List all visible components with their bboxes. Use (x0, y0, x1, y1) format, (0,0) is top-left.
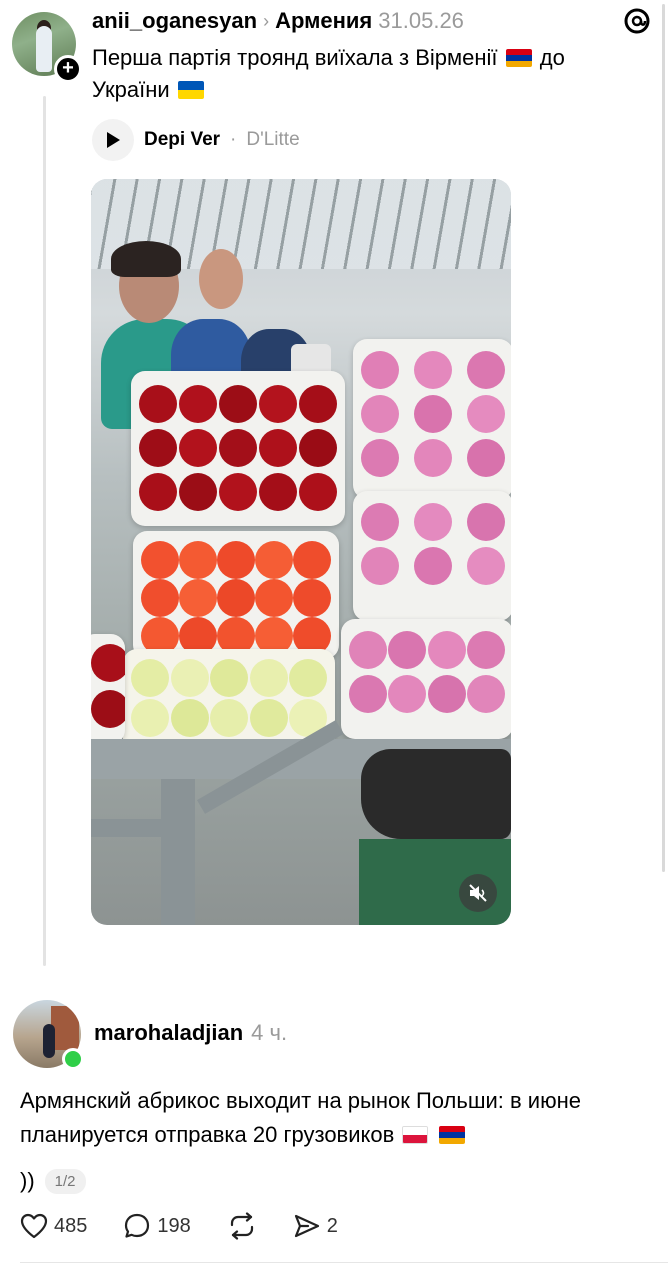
chevron-right-icon: › (263, 10, 270, 31)
username[interactable]: marohaladjian (94, 1020, 243, 1046)
post-header: anii_oganesyan › Армения 31.05.26 (92, 8, 464, 34)
bouquet-red-partial (91, 634, 125, 744)
repost-button[interactable] (227, 1212, 257, 1240)
avatar-figure (43, 1024, 55, 1058)
play-button[interactable] (92, 119, 134, 161)
like-count: 485 (54, 1214, 88, 1237)
action-bar: 485 198 2 (20, 1210, 374, 1242)
comment-button[interactable]: 198 (123, 1212, 191, 1240)
share-button[interactable]: 2 (293, 1213, 338, 1239)
bouquet-red (131, 371, 345, 526)
reply-row: )) 1/2 (20, 1168, 86, 1194)
audio-song: D'Litte (246, 129, 300, 150)
play-icon (107, 132, 120, 148)
post-text-part2: до (539, 45, 565, 70)
post-2: marohaladjian 4 ч. Армянский абрикос вых… (0, 990, 668, 1280)
video-cloth (361, 749, 511, 839)
flag-poland-icon (402, 1126, 429, 1144)
bouquet-orange (133, 531, 339, 659)
thread-pager[interactable]: 1/2 (44, 1168, 86, 1194)
avatar-figure (36, 26, 52, 72)
thread-line (43, 96, 46, 966)
audio-track[interactable]: Depi Ver · D'Litte (92, 118, 300, 162)
online-status-badge (62, 1048, 84, 1070)
heart-icon (20, 1213, 48, 1239)
location-link[interactable]: Армения (275, 8, 372, 34)
post-text-part3: України (92, 77, 170, 102)
audio-separator: · (230, 129, 237, 150)
flag-armenia-icon (438, 1126, 465, 1144)
comment-icon (125, 1213, 150, 1238)
post-video[interactable] (91, 179, 511, 925)
post-1: + anii_oganesyan › Армения 31.05.26 Перш… (0, 0, 668, 980)
post-text-part1: Перша партія троянд виїхала з Вірменії (92, 45, 498, 70)
follow-button[interactable]: + (54, 55, 82, 83)
share-count: 2 (326, 1214, 338, 1237)
threads-logo-icon[interactable] (622, 6, 652, 36)
audio-artist: Depi Ver (144, 129, 221, 150)
post-header: marohaladjian 4 ч. (94, 1020, 287, 1046)
post-text-body: Армянский абрикос выходит на рынок Польш… (20, 1088, 581, 1147)
bouquet-pink-3 (341, 619, 511, 739)
post-text: Перша партія троянд виїхала з Вірменії д… (92, 42, 612, 106)
repost-icon (230, 1212, 253, 1240)
plus-icon: + (62, 57, 74, 79)
share-icon (294, 1214, 319, 1238)
reply-text: )) (20, 1168, 35, 1193)
divider (20, 1262, 668, 1263)
mute-icon (469, 884, 487, 902)
post-text: Армянский абрикос выходит на рынок Польш… (20, 1084, 650, 1152)
timestamp: 31.05.26 (378, 8, 464, 33)
timestamp: 4 ч. (251, 1020, 288, 1045)
bouquet-pink-2 (353, 491, 511, 621)
like-button[interactable]: 485 (20, 1213, 87, 1239)
flag-ukraine-icon (177, 81, 204, 99)
mute-button[interactable] (459, 874, 497, 912)
username[interactable]: anii_oganesyan (92, 8, 257, 34)
avatar-building (51, 1006, 79, 1050)
bouquet-pink-1 (353, 339, 511, 499)
comment-count: 198 (157, 1214, 191, 1237)
flag-armenia-icon (505, 49, 532, 67)
